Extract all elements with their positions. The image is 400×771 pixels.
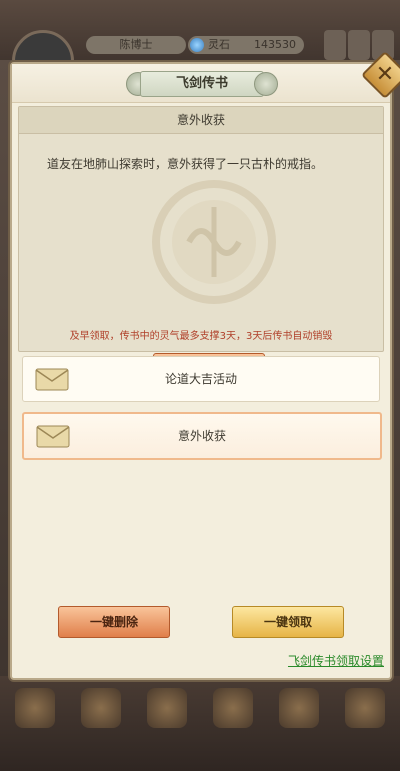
close-icon: ✕	[375, 62, 395, 87]
mail-title: 意外收获	[177, 429, 226, 443]
nav-item-1	[8, 688, 62, 748]
delete-all-button[interactable]: 一键删除	[58, 606, 170, 638]
nav-icon	[81, 688, 121, 728]
nav-icon	[147, 688, 187, 728]
currency-display: 灵石 143530	[188, 36, 304, 54]
bottom-nav	[8, 688, 392, 748]
nav-item-6	[338, 688, 392, 748]
nav-item-3	[140, 688, 194, 748]
cloud-emblem-icon	[152, 180, 276, 304]
expiry-notice: 及早领取，传书中的灵气最多支撑3天，3天后传书自动销毁	[69, 331, 333, 342]
player-name: 陈博士	[86, 36, 186, 54]
currency-value: 143530	[254, 38, 296, 51]
letter-panel: 意外收获 道友在地肺山探索时，意外获得了一只古朴的戒指。 及早领取，传书中的灵气…	[18, 106, 384, 383]
mail-item-selected[interactable]: 意外收获	[22, 412, 382, 460]
nav-item-4	[206, 688, 260, 748]
nav-item-2	[74, 688, 128, 748]
spirit-stone-icon	[190, 38, 204, 52]
currency-label: 灵石	[208, 38, 230, 51]
dialog-title: 飞剑传书	[140, 71, 264, 97]
top-icon-2	[348, 30, 370, 60]
dialog-header: 飞剑传书	[12, 64, 390, 103]
letter-body: 道友在地肺山探索时，意外获得了一只古朴的戒指。	[47, 157, 324, 171]
ornament-knot-icon	[254, 72, 278, 96]
nav-icon	[213, 688, 253, 728]
claim-all-button[interactable]: 一键领取	[232, 606, 344, 638]
nav-item-5	[272, 688, 326, 748]
nav-icon	[345, 688, 385, 728]
mail-title: 论道大吉活动	[164, 372, 237, 386]
letter-subject: 意外收获	[19, 107, 383, 134]
flying-sword-mail-dialog: 飞剑传书 ✕ 意外收获 道友在地肺山探索时，意外获得了一只古朴的戒指。 及早领取…	[10, 50, 400, 680]
nav-icon	[279, 688, 319, 728]
mail-item[interactable]: 论道大吉活动	[22, 356, 380, 402]
top-icon-1	[324, 30, 346, 60]
mail-settings-link[interactable]: 飞剑传书领取设置	[288, 652, 384, 669]
nav-icon	[15, 688, 55, 728]
